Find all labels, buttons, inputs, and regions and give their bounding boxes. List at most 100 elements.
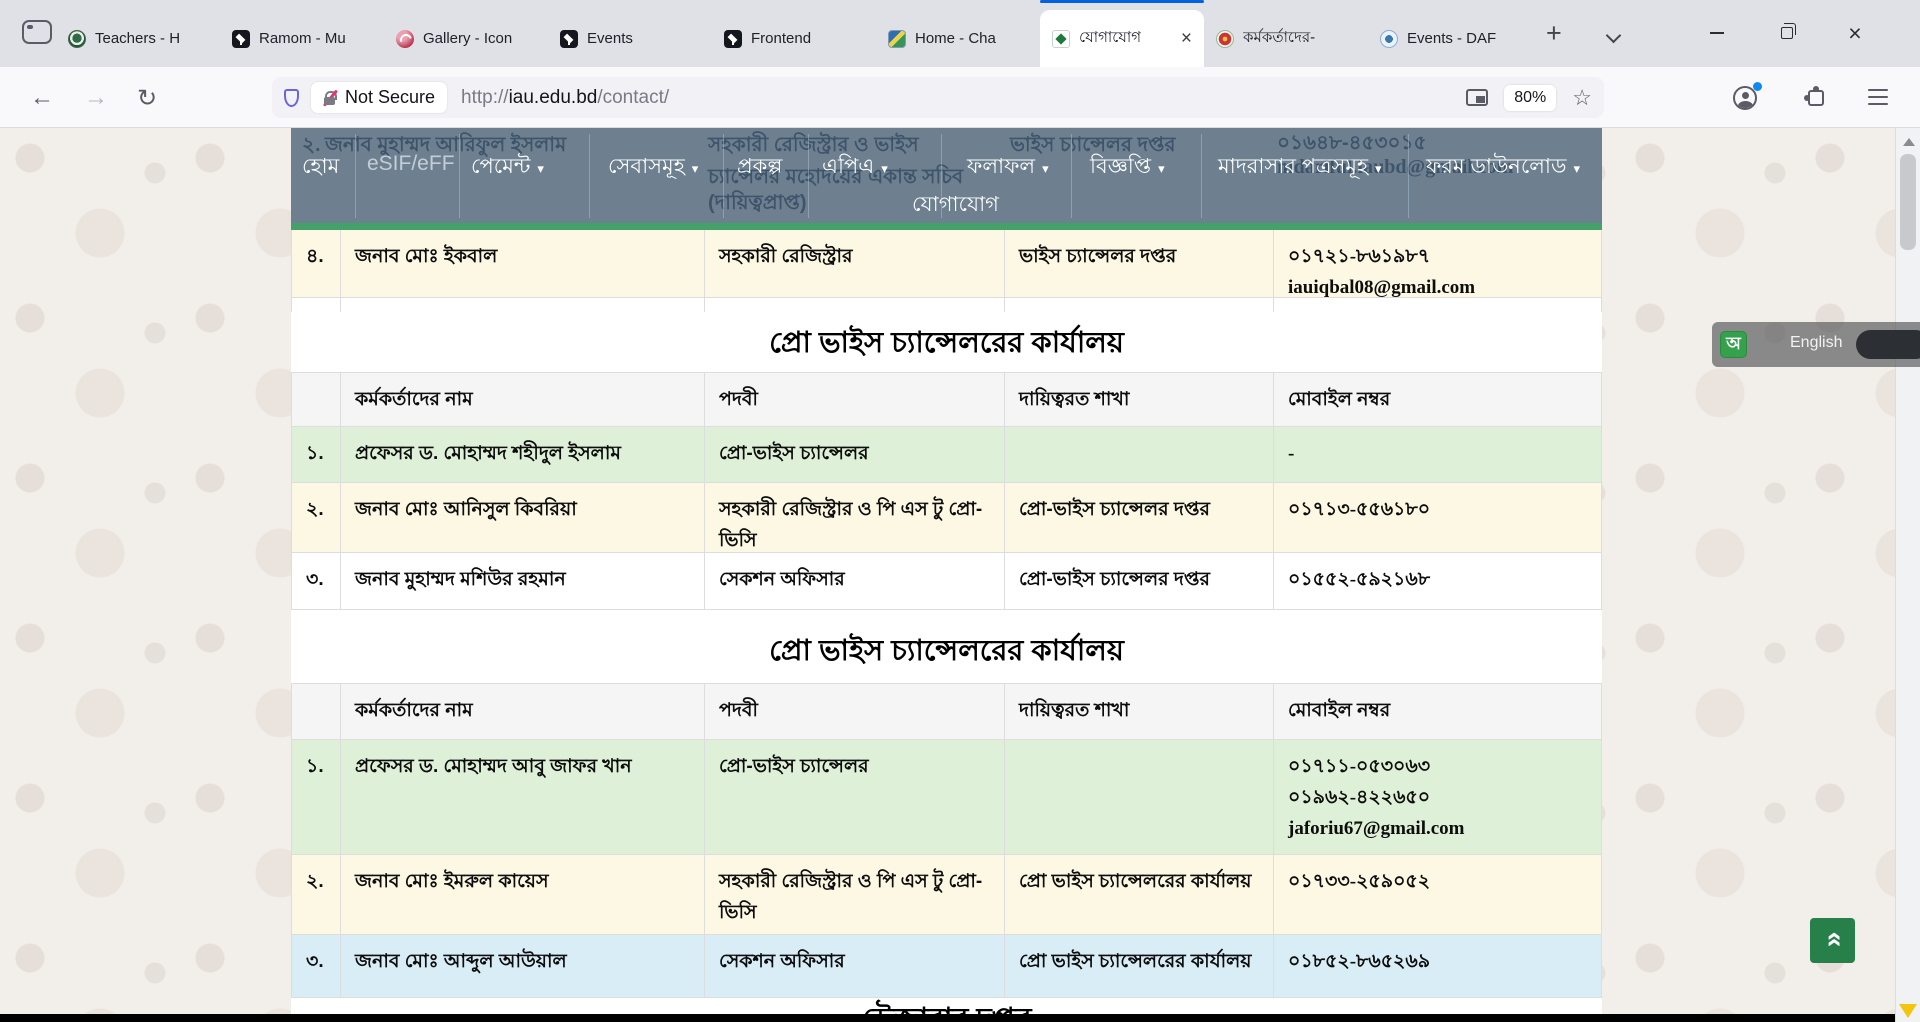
account-notification-dot: [1753, 82, 1762, 91]
url-bar[interactable]: Not Secure http://iau.edu.bd/contact/ 80…: [272, 77, 1604, 118]
tab-frontend[interactable]: Frontend: [712, 10, 876, 67]
table-row: ১. প্রফেসর ড. মোহাম্মদ শহীদুল ইসলাম প্রো…: [291, 427, 1602, 483]
tab-title: Frontend: [751, 30, 811, 47]
page-viewport: ২. জনাব মুহাম্মদ আরিফুল ইসলাম সহকারী রেজ…: [0, 128, 1895, 1022]
tab-bar: Teachers - H Ramom - Mu Gallery - Icon E…: [0, 0, 1920, 67]
tab-title: Events - DAF: [1407, 30, 1496, 47]
cell-designation: সহকারী রেজিস্ট্রার: [704, 230, 1004, 312]
url-text: http://iau.edu.bd/contact/: [461, 87, 669, 109]
chevron-down-icon: ▾: [1158, 158, 1165, 177]
nav-item-payment[interactable]: পেমেন্ট▾: [471, 150, 544, 185]
tab-teachers[interactable]: Teachers - H: [56, 10, 220, 67]
picture-in-picture-icon[interactable]: [1466, 89, 1488, 106]
col-name: কর্মকর্তাদের নাম: [340, 684, 704, 739]
back-button[interactable]: ←: [30, 84, 54, 112]
section-heading: প্রো ভাইস চ্যান্সেলরের কার্যালয়: [291, 628, 1602, 677]
nav-separator: [1201, 134, 1202, 218]
language-toggle-pill[interactable]: [1856, 330, 1920, 359]
nav-separator: [355, 134, 356, 218]
col-name: কর্মকর্তাদের নাম: [340, 373, 704, 426]
nav-item-form-download[interactable]: ফরম ডাউনলোড▾: [1426, 150, 1580, 185]
scrollbar-thumb[interactable]: [1900, 154, 1916, 250]
nav-separator: [941, 134, 942, 218]
col-mobile: মোবাইল নম্বর: [1273, 684, 1602, 739]
scrollbar-up-arrow[interactable]: [1903, 138, 1915, 146]
tab-contact-active[interactable]: যোগাযোগ ×: [1040, 10, 1204, 67]
contact-table-1: কর্মকর্তাদের নাম পদবী দায়িত্বরত শাখা মো…: [291, 372, 1602, 610]
menu-hamburger-icon[interactable]: [1868, 89, 1888, 109]
tab-title: Events: [587, 30, 633, 47]
forward-button[interactable]: →: [84, 84, 108, 112]
nav-item-contact[interactable]: যোগাযোগ: [912, 188, 999, 223]
chevron-down-icon: ▾: [1375, 158, 1382, 177]
navbar-green-border: [291, 223, 1602, 230]
cell-mobile: ০১৭২১-৮৬১৯৮৭iauiqbal08@gmail.com: [1273, 230, 1602, 312]
col-branch: দায়িত্বরত শাখা: [1004, 684, 1273, 739]
chevron-down-icon: ▾: [537, 158, 544, 177]
chevron-down-icon: ▾: [1042, 158, 1049, 177]
window-minimize-button[interactable]: [1700, 18, 1734, 48]
tab-title: Gallery - Icon: [423, 30, 512, 47]
nav-item-results[interactable]: ফলাফল▾: [967, 150, 1049, 185]
language-translate-widget[interactable]: অ English: [1712, 322, 1920, 367]
zoom-level-indicator[interactable]: 80%: [1504, 85, 1556, 111]
tab-title: যোগাযোগ: [1079, 26, 1141, 51]
tab-home[interactable]: Home - Cha: [876, 10, 1040, 67]
tab-events[interactable]: Events: [548, 10, 712, 67]
vertical-scrollbar[interactable]: [1895, 128, 1920, 1022]
university-crest-favicon: [68, 30, 86, 48]
contact-table-2: কর্মকর্তাদের নাম পদবী দায়িত্বরত শাখা মো…: [291, 683, 1602, 998]
reload-button[interactable]: ↻: [137, 84, 157, 113]
nav-item-esif[interactable]: eSIF/eFF: [367, 152, 455, 176]
nav-item-services[interactable]: সেবাসমূহ▾: [608, 150, 698, 185]
tab-close-icon[interactable]: ×: [1181, 29, 1192, 48]
tab-ramom[interactable]: Ramom - Mu: [220, 10, 384, 67]
nav-item-notices[interactable]: বিজ্ঞপ্তি▾: [1090, 150, 1165, 185]
tab-events-daf[interactable]: Events - DAF: [1368, 10, 1532, 67]
chevron-down-icon: ▾: [881, 158, 888, 177]
graduation-cap-favicon: [560, 30, 578, 48]
col-designation: পদবী: [704, 684, 1004, 739]
iau-logo-favicon: [1052, 30, 1070, 48]
new-tab-button[interactable]: +: [1546, 18, 1562, 49]
cell-branch: ভাইস চ্যান্সেলর দপ্তর: [1004, 230, 1273, 312]
firefox-view-icon[interactable]: [22, 20, 52, 44]
graduation-cap-favicon: [724, 30, 742, 48]
site-navbar: ২. জনাব মুহাম্মদ আরিফুল ইসলাম সহকারী রেজ…: [291, 128, 1602, 223]
bookmark-star-icon[interactable]: ☆: [1572, 85, 1592, 111]
col-designation: পদবী: [704, 373, 1004, 426]
tab-list-chevron-icon[interactable]: [1606, 28, 1622, 44]
section-heading: প্রো ভাইস চ্যান্সেলরের কার্যালয়: [291, 320, 1602, 369]
not-secure-chip[interactable]: Not Secure: [311, 82, 447, 113]
blue-crest-favicon: [1380, 30, 1398, 48]
nav-item-madrasah-letters[interactable]: মাদরাসার পত্রসমূহ▾: [1218, 150, 1382, 185]
chevron-down-icon: ▾: [1573, 158, 1580, 177]
nav-separator: [723, 134, 724, 218]
window-restore-button[interactable]: [1770, 18, 1804, 48]
scrollbar-yellow-marker: [1899, 1004, 1917, 1018]
table-row-continued: ৪. জনাব মোঃ ইকবাল সহকারী রেজিস্ট্রার ভাই…: [291, 230, 1602, 298]
chevron-down-icon: ▾: [692, 158, 699, 177]
table-row: ৩. জনাব মোঃ আব্দুল আউয়াল সেকশন অফিসার প…: [291, 935, 1602, 998]
nav-item-projects[interactable]: প্রকল্প: [737, 150, 782, 185]
nav-item-home[interactable]: হোম: [302, 150, 339, 185]
language-label: English: [1790, 334, 1842, 352]
tab-officials[interactable]: কর্মকর্তাদের-: [1204, 10, 1368, 67]
nav-separator: [1408, 134, 1409, 218]
table-row: ২. জনাব মোঃ ইমরুল কায়েস সহকারী রেজিস্ট্…: [291, 855, 1602, 935]
govt-seal-favicon: [1216, 30, 1234, 48]
col-sl: [291, 684, 340, 739]
scroll-to-top-button[interactable]: »: [1810, 918, 1855, 963]
graduation-cap-favicon: [232, 30, 250, 48]
tab-gallery[interactable]: Gallery - Icon: [384, 10, 548, 67]
active-tab-keyline: [1040, 0, 1204, 3]
nav-item-apa[interactable]: এপিএ▾: [822, 150, 888, 185]
extensions-puzzle-icon[interactable]: [1808, 90, 1824, 106]
color-crest-favicon: [888, 30, 906, 48]
bottom-black-bar: [0, 1014, 1895, 1022]
tracking-protection-shield-icon[interactable]: [284, 89, 299, 107]
nav-separator: [808, 134, 809, 218]
content-card: ২. জনাব মুহাম্মদ আরিফুল ইসলাম সহকারী রেজ…: [291, 128, 1602, 1022]
window-close-button[interactable]: ×: [1838, 18, 1872, 48]
nav-separator: [1071, 134, 1072, 218]
